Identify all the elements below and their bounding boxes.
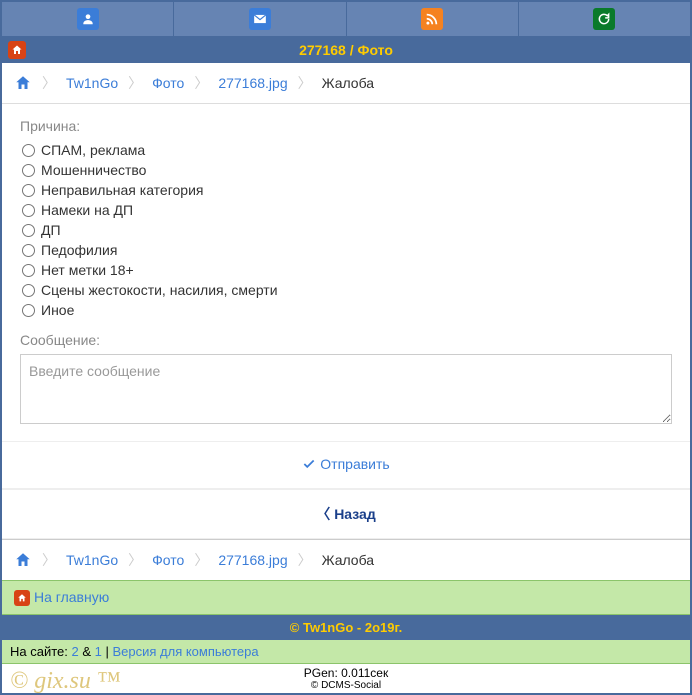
reason-option[interactable]: Неправильная категория [22,180,672,200]
chevron-right-icon: 〉 [194,73,208,93]
home-link-row: На главную [2,580,690,615]
chevron-left-icon: 〈 [316,506,334,522]
breadcrumb-link[interactable]: Фото [152,552,184,568]
reason-option[interactable]: Педофилия [22,240,672,260]
reason-option[interactable]: Нет метки 18+ [22,260,672,280]
reason-label-text: ДП [41,222,61,238]
reason-radio[interactable] [22,224,35,237]
breadcrumb-link[interactable]: Фото [152,75,184,91]
reason-radio[interactable] [22,144,35,157]
breadcrumb-current: Жалоба [322,75,374,91]
online-label: На сайте: [10,644,68,659]
chevron-right-icon: 〉 [128,73,142,93]
nav-rss[interactable] [347,2,519,37]
chevron-right-icon: 〉 [128,550,142,570]
back-button[interactable]: 〈 Назад [2,489,690,539]
reason-radio[interactable] [22,304,35,317]
reason-label-text: Иное [41,302,74,318]
home-icon[interactable] [14,551,32,569]
breadcrumb-link[interactable]: Tw1nGo [66,75,118,91]
online-count-1[interactable]: 2 [72,644,79,659]
user-icon [77,8,99,30]
reason-option[interactable]: Сцены жестокости, насилия, смерти [22,280,672,300]
breadcrumb-bottom: 〉 Tw1nGo 〉 Фото 〉 277168.jpg 〉 Жалоба [2,539,690,580]
chevron-right-icon: 〉 [194,550,208,570]
reason-label-text: Неправильная категория [41,182,203,198]
reason-radio[interactable] [22,244,35,257]
breadcrumb-link[interactable]: 277168.jpg [218,552,287,568]
online-count-2[interactable]: 1 [95,644,102,659]
home-link[interactable]: На главную [34,589,109,605]
reason-label-text: Нет метки 18+ [41,262,134,278]
reason-label-text: Намеки на ДП [41,202,133,218]
chevron-right-icon: 〉 [42,73,56,93]
submit-button[interactable]: Отправить [2,441,690,489]
footer-status: На сайте: 2 & 1 | Версия для компьютера [2,640,690,664]
reason-option[interactable]: Мошенничество [22,160,672,180]
complaint-form: Причина: СПАМ, реклама Мошенничество Непра… [2,104,690,441]
nav-profile[interactable] [2,2,174,37]
title-bar: 277168 / Фото [2,37,690,63]
reason-option[interactable]: СПАМ, реклама [22,140,672,160]
submit-label: Отправить [320,456,389,472]
home-icon [14,590,30,606]
reason-option[interactable]: ДП [22,220,672,240]
chevron-right-icon: 〉 [298,73,312,93]
reason-label-text: СПАМ, реклама [41,142,145,158]
copyright: © Tw1nGo - 2о19г. [2,615,690,640]
mail-icon [249,8,271,30]
reason-label-text: Сцены жестокости, насилия, смерти [41,282,278,298]
reason-radio[interactable] [22,264,35,277]
back-label: Назад [334,506,376,522]
reason-label: Причина: [20,118,672,134]
reason-label-text: Мошенничество [41,162,146,178]
breadcrumb-top: 〉 Tw1nGo 〉 Фото 〉 277168.jpg 〉 Жалоба [2,63,690,104]
reason-option[interactable]: Намеки на ДП [22,200,672,220]
rss-icon [421,8,443,30]
breadcrumb-link[interactable]: Tw1nGo [66,552,118,568]
watermark: © gix.su ™ [10,668,120,695]
home-icon[interactable] [14,74,32,92]
nav-mail[interactable] [174,2,346,37]
reason-list: СПАМ, реклама Мошенничество Неправильная к… [22,140,672,320]
desktop-version-link[interactable]: Версия для компьютера [112,644,258,659]
reload-icon [593,8,615,30]
reason-radio[interactable] [22,184,35,197]
message-label: Сообщение: [20,332,672,348]
home-button[interactable] [8,41,26,59]
home-icon [11,44,23,56]
reason-option[interactable]: Иное [22,300,672,320]
page-title: 277168 / Фото [299,42,393,58]
breadcrumb-link[interactable]: 277168.jpg [218,75,287,91]
reason-label-text: Педофилия [41,242,117,258]
reason-radio[interactable] [22,164,35,177]
top-nav [2,2,690,37]
nav-reload[interactable] [519,2,690,37]
reason-radio[interactable] [22,284,35,297]
check-icon [302,457,316,474]
breadcrumb-current: Жалоба [322,552,374,568]
chevron-right-icon: 〉 [298,550,312,570]
message-input[interactable] [20,354,672,424]
chevron-right-icon: 〉 [42,550,56,570]
reason-radio[interactable] [22,204,35,217]
footer-meta: © gix.su ™ PGen: 0.011сек © DCMS-Social [2,664,690,693]
